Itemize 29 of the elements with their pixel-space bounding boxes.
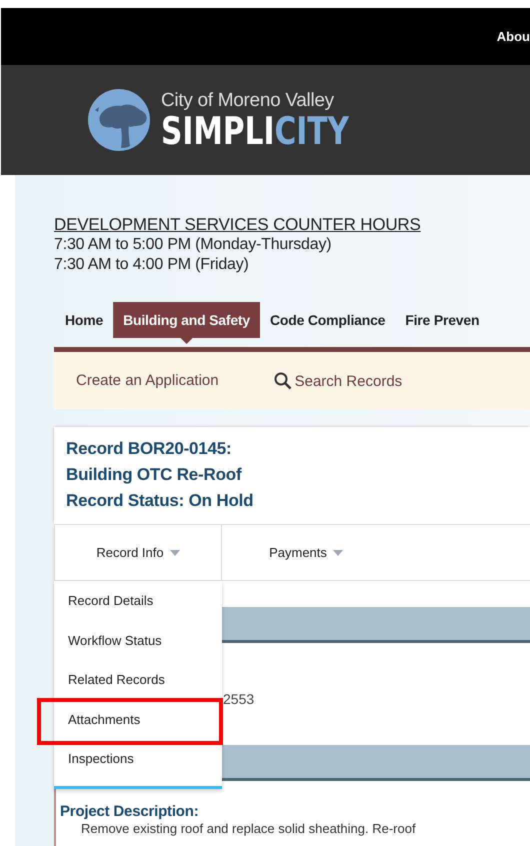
nav-tab[interactable]: Code Compliance — [260, 302, 396, 338]
menu-item[interactable]: Inspections — [54, 744, 222, 784]
menu-item[interactable]: Workflow Status — [54, 626, 222, 665]
nav-tab[interactable]: Home — [55, 302, 114, 338]
menu-item[interactable]: Attachments — [54, 704, 222, 744]
menu-item[interactable]: Record Details — [54, 586, 222, 626]
brand-name: SIMPLICITY — [161, 112, 349, 150]
nav-tab[interactable]: Fire Preven — [395, 302, 490, 338]
caret-icon — [170, 550, 180, 556]
record-tab[interactable]: Record Info — [54, 525, 222, 580]
caret-icon — [332, 550, 343, 556]
hours-title: DEVELOPMENT SERVICES COUNTER HOURS — [54, 214, 422, 235]
record-tab[interactable]: Payments — [222, 525, 390, 580]
city-name: City of Moreno Valley — [161, 90, 335, 112]
project-description-text: Remove existing roof and replace solid sheathing. Re-roof — [80, 821, 417, 836]
globe-tree-icon — [87, 88, 151, 152]
record-heading-line: Record BOR20-0145: — [66, 438, 233, 460]
record-heading-line: Record Status: On Hold — [66, 490, 254, 512]
about-link[interactable]: Abou — [496, 29, 530, 44]
hours-line: 7:30 AM to 5:00 PM (Monday-Thursday) — [54, 235, 332, 255]
nav-tab[interactable]: Building and Safety — [113, 302, 260, 344]
hours-line: 7:30 AM to 4:00 PM (Friday) — [54, 255, 250, 275]
project-description-label: Project Description: — [59, 802, 200, 820]
field-value: 2553 — [223, 691, 254, 707]
menu-item[interactable]: Related Records — [54, 665, 222, 704]
search-link[interactable]: Search Records — [274, 372, 402, 390]
record-heading-line: Building OTC Re-Roof — [66, 464, 243, 486]
search-icon — [274, 372, 292, 390]
nav-link[interactable]: Create an Application — [76, 372, 219, 389]
